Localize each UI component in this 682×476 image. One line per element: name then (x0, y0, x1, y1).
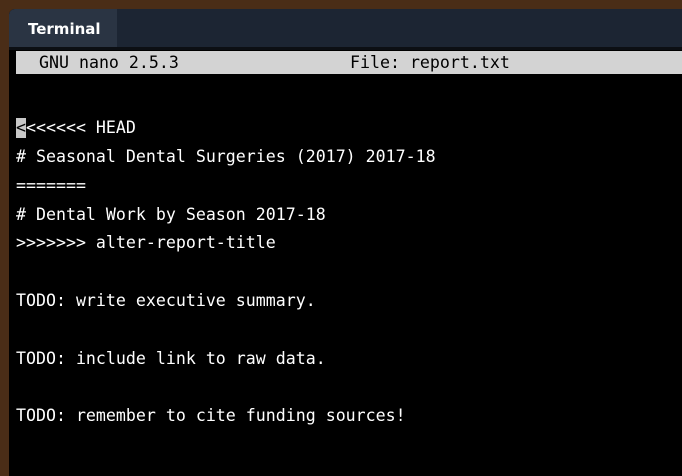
tab-terminal[interactable]: Terminal (9, 9, 117, 47)
editor-line-conflict-head: <<<<<<< HEAD (16, 118, 136, 138)
editor-line-title-head: # Seasonal Dental Surgeries (2017) 2017-… (16, 147, 436, 166)
editor-line-conflict-separator: ======= (16, 176, 86, 195)
editor-line-title-branch: # Dental Work by Season 2017-18 (16, 205, 326, 224)
nano-version: GNU nano 2.5.3 (39, 53, 179, 72)
tab-bar: Terminal (9, 9, 682, 47)
text-cursor: < (16, 118, 26, 138)
editor-line-todo-cite: TODO: remember to cite funding sources! (16, 406, 406, 425)
nano-file-name: File: report.txt (350, 53, 510, 72)
terminal-window: Terminal GNU nano 2.5.3 File: report.txt… (9, 9, 682, 476)
nano-title-bar: GNU nano 2.5.3 File: report.txt (16, 51, 682, 74)
editor-line-todo-summary: TODO: write executive summary. (16, 291, 316, 310)
editor-line-conflict-end: >>>>>>> alter-report-title (16, 233, 276, 252)
editor-line-todo-link: TODO: include link to raw data. (16, 349, 326, 368)
terminal-screen[interactable]: GNU nano 2.5.3 File: report.txt <<<<<<< … (9, 50, 682, 476)
